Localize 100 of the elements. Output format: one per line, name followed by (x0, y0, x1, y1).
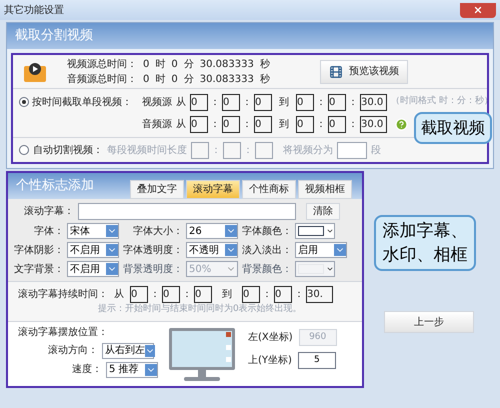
to-label: 到 (279, 96, 289, 110)
color-picker[interactable] (295, 223, 335, 239)
time-value: 0 (143, 72, 150, 86)
time-field[interactable]: 0 (162, 286, 180, 303)
time-field[interactable]: 0 (254, 116, 272, 132)
caption-label: 滚动字幕： (23, 204, 74, 219)
from-label: 从 (176, 118, 186, 132)
total-time-label: 视频源总时间： (67, 58, 137, 72)
option-label: 按时间截取单段视频： (32, 96, 132, 110)
time-unit: 时 (155, 58, 166, 72)
direction-label: 滚动方向： (48, 344, 98, 358)
tab[interactable]: 滚动字幕 (186, 180, 240, 199)
coordinate-label: 左(X坐标) (248, 330, 293, 344)
time-value: 0 (171, 58, 178, 72)
dropdown[interactable]: 不启用 (67, 242, 119, 258)
time-unit: 分 (184, 72, 194, 86)
time-value: 30.083333 (200, 58, 254, 72)
time-field[interactable]: 0 (296, 116, 314, 132)
close-button[interactable] (460, 2, 496, 18)
preview-video-button[interactable]: 预览该视频 (320, 60, 408, 84)
duration-label: 滚动字幕持续时间： (18, 288, 108, 302)
time-separator: ： (182, 288, 192, 302)
time-separator: ： (211, 144, 221, 158)
time-separator: ： (243, 144, 253, 158)
window-title: 其它功能设置 (4, 4, 64, 18)
from-label: 从 (114, 288, 124, 302)
time-field[interactable]: 0 (222, 94, 240, 110)
clear-button[interactable]: 清除 (306, 203, 340, 220)
style-label: 字体透明度： (123, 244, 183, 258)
total-time-label: 音频源总时间： (67, 72, 137, 86)
time-field[interactable]: 0 (222, 116, 240, 132)
time-separator: ： (262, 288, 272, 302)
segment-length-label: 每段视频时间长度 (107, 144, 187, 158)
time-field[interactable]: 0 (328, 116, 346, 132)
tab[interactable]: 视频相框 (298, 180, 352, 199)
option-label: 自动切割视频： (33, 144, 103, 158)
speed-label: 速度： (72, 362, 102, 377)
time-separator: ： (210, 118, 220, 132)
time-field[interactable]: 0 (296, 94, 314, 110)
monitor-icon (168, 326, 236, 382)
from-label: 从 (176, 96, 186, 110)
time-field[interactable]: 0 (328, 94, 346, 110)
source-label: 视频源 (142, 96, 172, 110)
time-field[interactable]: 0 (190, 116, 208, 132)
radio-button[interactable] (19, 97, 29, 107)
coordinate-label: 上(Y坐标) (248, 354, 292, 368)
dropdown[interactable]: 从右到左 (102, 342, 154, 358)
tab[interactable]: 个性商标 (242, 180, 296, 199)
time-field[interactable]: 0 (242, 286, 260, 303)
time-separator: ： (316, 96, 326, 110)
style-label: 文字背景： (14, 262, 64, 276)
time-field[interactable]: 30.0 (360, 116, 387, 132)
source-label: 音频源 (142, 118, 172, 132)
time-separator: ： (242, 118, 252, 132)
time-unit: 秒 (260, 58, 270, 72)
dropdown[interactable]: 5 推荐 (106, 362, 158, 378)
time-value: 0 (143, 58, 150, 72)
time-value: 30.083333 (200, 72, 254, 86)
time-separator: ： (316, 118, 326, 132)
time-separator: ： (348, 96, 358, 110)
style-label: 淡入淡出： (242, 244, 292, 258)
coordinate-field[interactable]: 5 (298, 352, 336, 368)
time-separator: ： (150, 288, 160, 302)
time-unit: 分 (184, 58, 194, 72)
to-label: 到 (279, 118, 289, 132)
time-field[interactable]: 0 (190, 94, 208, 110)
style-label: 背景颜色： (242, 262, 292, 276)
callout-bubble: 截取视频 (414, 112, 492, 144)
callout-bubble: 添加字幕、水印、相框 (374, 215, 476, 271)
time-field[interactable]: 0 (254, 94, 272, 110)
section-title: 截取分割视频 (15, 27, 93, 46)
time-field[interactable]: 30. (306, 286, 333, 303)
style-label: 背景透明度： (123, 262, 183, 276)
hint-text: 提示：开始时间与结束时间同时为0表示始终出现。 (98, 303, 302, 316)
dropdown[interactable]: 26 (186, 223, 238, 239)
time-unit: 秒 (260, 72, 270, 86)
time-separator: ： (348, 118, 358, 132)
time-field[interactable]: 0 (130, 286, 148, 303)
dropdown[interactable]: 宋体 (67, 223, 119, 239)
caption-field[interactable] (78, 203, 296, 220)
time-field[interactable]: 0 (194, 286, 212, 303)
radio-button[interactable] (19, 145, 29, 155)
back-button[interactable]: 上一步 (384, 311, 474, 333)
film-icon (328, 64, 343, 78)
style-label: 字体大小： (132, 224, 183, 238)
help-icon[interactable] (395, 118, 408, 130)
dropdown[interactable]: 启用 (295, 242, 347, 258)
time-separator: ： (210, 96, 220, 110)
dropdown[interactable]: 不透明 (186, 242, 238, 258)
tab[interactable]: 叠加文字 (130, 180, 184, 199)
time-field[interactable]: 30.0 (360, 94, 387, 110)
to-label: 到 (222, 288, 232, 302)
close-icon (473, 5, 483, 15)
dropdown[interactable]: 不启用 (67, 261, 119, 277)
time-field[interactable]: 0 (274, 286, 292, 303)
segment-unit: 段 (371, 144, 381, 158)
style-label: 字体： (33, 224, 64, 238)
section-title: 个性标志添加 (16, 177, 94, 196)
position-title: 滚动字幕摆放位置： (18, 326, 109, 340)
video-folder-icon (23, 60, 47, 82)
